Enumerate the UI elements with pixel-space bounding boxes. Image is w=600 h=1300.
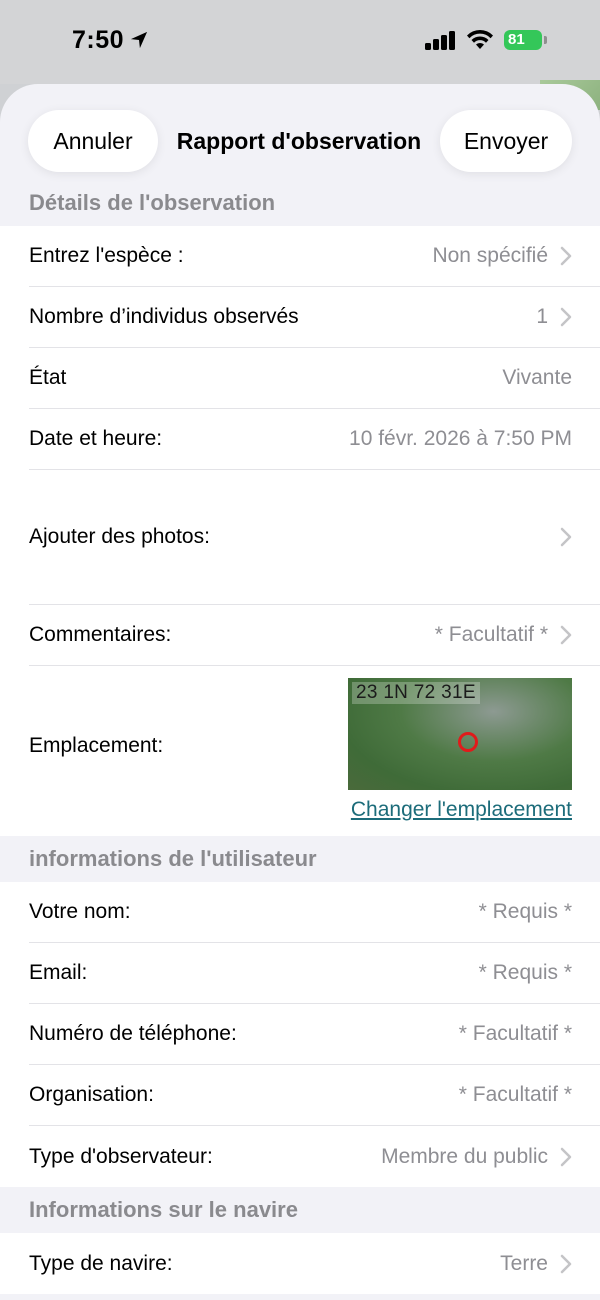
observation-details-group: Entrez l'espèce : Non spécifié Nombre d’…	[0, 226, 600, 836]
user-info-group: Votre nom: * Requis * Email: * Requis * …	[0, 882, 600, 1187]
battery-level: 81	[508, 31, 525, 48]
battery-icon: 81	[504, 30, 542, 50]
chevron-right-icon	[560, 307, 572, 327]
vessel-type-label: Type de navire:	[29, 1251, 173, 1275]
vessel-info-group: Type de navire: Terre	[0, 1233, 600, 1294]
vessel-type-row[interactable]: Type de navire: Terre	[29, 1233, 600, 1294]
location-arrow-icon	[130, 31, 148, 49]
map-pin-icon	[458, 732, 478, 752]
species-value: Non spécifié	[432, 244, 548, 267]
chevron-right-icon	[560, 1147, 572, 1166]
email-label: Email:	[29, 961, 88, 984]
organisation-label: Organisation:	[29, 1083, 154, 1106]
state-row[interactable]: État Vivante	[29, 348, 600, 409]
name-row[interactable]: Votre nom: * Requis *	[29, 882, 600, 943]
cellular-signal-icon	[425, 30, 457, 50]
count-label: Nombre d’individus observés	[29, 305, 299, 328]
comments-value: * Facultatif *	[434, 623, 548, 646]
add-photos-label: Ajouter des photos:	[29, 525, 210, 548]
section-header-observation: Détails de l'observation	[29, 190, 276, 215]
navigation-bar: Annuler Rapport d'observation Envoyer	[0, 84, 600, 180]
organisation-row[interactable]: Organisation: * Facultatif *	[29, 1065, 600, 1126]
datetime-label: Date et heure:	[29, 427, 163, 450]
comments-label: Commentaires:	[29, 623, 172, 646]
section-header-user: informations de l'utilisateur	[29, 846, 317, 871]
organisation-value[interactable]: * Facultatif *	[459, 1083, 572, 1107]
species-row[interactable]: Entrez l'espèce : Non spécifié	[29, 226, 600, 287]
observation-report-sheet: Annuler Rapport d'observation Envoyer Dé…	[0, 84, 600, 1300]
location-label: Emplacement:	[29, 734, 164, 757]
change-location-link[interactable]: Changer l'emplacement	[351, 798, 572, 822]
phone-value[interactable]: * Facultatif *	[459, 1022, 572, 1046]
wifi-icon	[467, 29, 493, 49]
observer-type-row[interactable]: Type d'observateur: Membre du public	[29, 1126, 600, 1187]
name-label: Votre nom:	[29, 900, 131, 923]
chevron-right-icon	[560, 527, 572, 547]
count-value: 1	[536, 305, 548, 328]
map-coordinates: 23 1N 72 31E	[352, 682, 480, 704]
observer-type-label: Type d'observateur:	[29, 1144, 213, 1168]
section-header-vessel: Informations sur le navire	[29, 1197, 298, 1222]
state-label: État	[29, 366, 67, 389]
chevron-right-icon	[560, 246, 572, 266]
status-bar: 7:50 81	[0, 0, 600, 84]
status-time: 7:50	[72, 26, 148, 55]
send-button[interactable]: Envoyer	[440, 110, 572, 172]
name-value[interactable]: * Requis *	[479, 900, 572, 924]
battery-nub	[544, 36, 547, 44]
location-map-thumbnail[interactable]: 23 1N 72 31E	[348, 678, 572, 790]
page-title: Rapport d'observation	[176, 127, 422, 154]
location-row: Emplacement: 23 1N 72 31E Changer l'empl…	[29, 666, 600, 836]
observer-type-value: Membre du public	[381, 1144, 548, 1168]
species-label: Entrez l'espèce :	[29, 244, 184, 267]
chevron-right-icon	[560, 1254, 572, 1273]
state-value: Vivante	[502, 366, 572, 389]
comments-row[interactable]: Commentaires: * Facultatif *	[29, 605, 600, 666]
add-photos-row[interactable]: Ajouter des photos:	[29, 470, 600, 605]
phone-row[interactable]: Numéro de téléphone: * Facultatif *	[29, 1004, 600, 1065]
email-row[interactable]: Email: * Requis *	[29, 943, 600, 1004]
cancel-button[interactable]: Annuler	[28, 110, 158, 172]
vessel-type-value: Terre	[500, 1251, 548, 1275]
email-value[interactable]: * Requis *	[479, 961, 572, 985]
count-row[interactable]: Nombre d’individus observés 1	[29, 287, 600, 348]
phone-label: Numéro de téléphone:	[29, 1022, 237, 1045]
status-time-text: 7:50	[72, 26, 125, 54]
datetime-row[interactable]: Date et heure: 10 févr. 2026 à 7:50 PM	[29, 409, 600, 470]
chevron-right-icon	[560, 625, 572, 645]
datetime-value[interactable]: 10 févr. 2026 à 7:50 PM	[349, 427, 572, 451]
